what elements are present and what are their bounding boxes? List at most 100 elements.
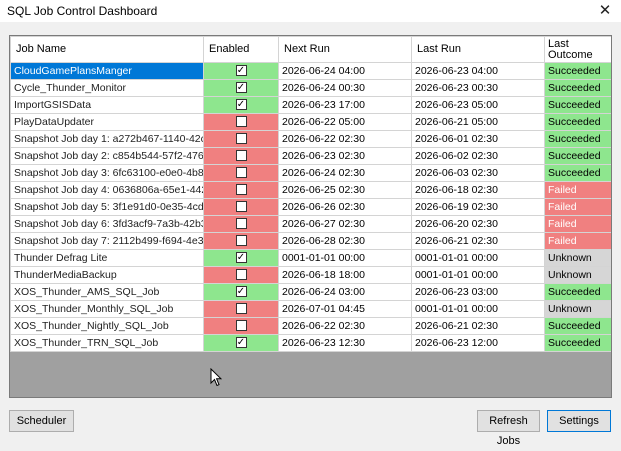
- checkbox-checked-icon[interactable]: ✓: [235, 251, 247, 263]
- column-header-last-run[interactable]: Last Run: [411, 36, 545, 63]
- next-run-cell[interactable]: 2026-06-18 18:00: [278, 266, 412, 284]
- next-run-cell[interactable]: 2026-06-23 12:30: [278, 334, 412, 352]
- next-run-cell[interactable]: 2026-06-26 02:30: [278, 198, 412, 216]
- next-run-cell[interactable]: 2026-06-22 05:00: [278, 113, 412, 131]
- outcome-cell[interactable]: Succeeded: [544, 96, 611, 114]
- last-run-cell[interactable]: 2026-06-21 02:30: [411, 317, 545, 335]
- table-row[interactable]: XOS_Thunder_AMS_SQL_Job ✓ 2026-06-24 03:00…: [10, 283, 611, 301]
- checkbox-unchecked-icon[interactable]: [235, 166, 247, 178]
- checkbox-unchecked-icon[interactable]: [235, 268, 247, 280]
- job-name-cell[interactable]: Snapshot Job day 7: 2112b499-f694-4e37-8…: [10, 232, 204, 250]
- job-name-cell[interactable]: XOS_Thunder_TRN_SQL_Job: [10, 334, 204, 352]
- table-row[interactable]: Snapshot Job day 1: a272b467-1140-42c2-8…: [10, 130, 611, 148]
- next-run-cell[interactable]: 2026-06-24 02:30: [278, 164, 412, 182]
- outcome-cell[interactable]: Unknown: [544, 249, 611, 267]
- outcome-cell[interactable]: Succeeded: [544, 164, 611, 182]
- table-row[interactable]: XOS_Thunder_Nightly_SQL_Job 2026-06-22 02…: [10, 317, 611, 335]
- job-name-cell[interactable]: Snapshot Job day 5: 3f1e91d0-0e35-4cd5-a…: [10, 198, 204, 216]
- column-header-enabled[interactable]: Enabled: [203, 36, 279, 63]
- last-run-cell[interactable]: 2026-06-23 05:00: [411, 96, 545, 114]
- next-run-cell[interactable]: 2026-06-25 02:30: [278, 181, 412, 199]
- column-header-last-outcome[interactable]: Last Outcome: [544, 36, 611, 63]
- table-row[interactable]: CloudGamePlansManger ✓ 2026-06-24 04:00 202…: [10, 62, 611, 80]
- job-name-cell[interactable]: Snapshot Job day 6: 3fd3acf9-7a3b-42b3-b…: [10, 215, 204, 233]
- job-name-cell[interactable]: Thunder Defrag Lite: [10, 249, 204, 267]
- outcome-cell[interactable]: Succeeded: [544, 283, 611, 301]
- outcome-cell[interactable]: Succeeded: [544, 113, 611, 131]
- table-row[interactable]: Snapshot Job day 6: 3fd3acf9-7a3b-42b3-b…: [10, 215, 611, 233]
- next-run-cell[interactable]: 2026-06-28 02:30: [278, 232, 412, 250]
- outcome-cell[interactable]: Succeeded: [544, 317, 611, 335]
- outcome-cell[interactable]: Succeeded: [544, 147, 611, 165]
- scheduler-button[interactable]: Scheduler: [9, 410, 74, 432]
- outcome-cell[interactable]: Succeeded: [544, 130, 611, 148]
- last-run-cell[interactable]: 2026-06-19 02:30: [411, 198, 545, 216]
- table-row[interactable]: Thunder Defrag Lite ✓ 0001-01-01 00:00 0001…: [10, 249, 611, 267]
- table-row[interactable]: XOS_Thunder_Monthly_SQL_Job 2026-07-01 04…: [10, 300, 611, 318]
- checkbox-unchecked-icon[interactable]: [235, 234, 247, 246]
- checkbox-checked-icon[interactable]: ✓: [235, 81, 247, 93]
- last-run-cell[interactable]: 2026-06-23 00:30: [411, 79, 545, 97]
- last-run-cell[interactable]: 0001-01-01 00:00: [411, 266, 545, 284]
- next-run-cell[interactable]: 2026-06-27 02:30: [278, 215, 412, 233]
- outcome-cell[interactable]: Failed: [544, 232, 611, 250]
- table-row[interactable]: Snapshot Job day 4: 0636806a-65e1-4425-8…: [10, 181, 611, 199]
- settings-button[interactable]: Settings: [547, 410, 611, 432]
- last-run-cell[interactable]: 2026-06-21 05:00: [411, 113, 545, 131]
- table-row[interactable]: PlayDataUpdater 2026-06-22 05:00 2026-06-2…: [10, 113, 611, 131]
- column-header-next-run[interactable]: Next Run: [278, 36, 412, 63]
- checkbox-checked-icon[interactable]: ✓: [235, 285, 247, 297]
- last-run-cell[interactable]: 0001-01-01 00:00: [411, 300, 545, 318]
- checkbox-unchecked-icon[interactable]: [235, 217, 247, 229]
- outcome-cell[interactable]: Succeeded: [544, 62, 611, 80]
- checkbox-checked-icon[interactable]: ✓: [235, 98, 247, 110]
- outcome-cell[interactable]: Unknown: [544, 300, 611, 318]
- job-name-cell[interactable]: PlayDataUpdater: [10, 113, 204, 131]
- outcome-cell[interactable]: Failed: [544, 198, 611, 216]
- checkbox-checked-icon[interactable]: ✓: [235, 64, 247, 76]
- close-icon[interactable]: ✕: [593, 0, 617, 22]
- job-name-cell[interactable]: Snapshot Job day 2: c854b544-57f2-476d-b…: [10, 147, 204, 165]
- outcome-cell[interactable]: Succeeded: [544, 79, 611, 97]
- outcome-cell[interactable]: Unknown: [544, 266, 611, 284]
- last-run-cell[interactable]: 2026-06-02 02:30: [411, 147, 545, 165]
- job-name-cell[interactable]: Cycle_Thunder_Monitor: [10, 79, 204, 97]
- table-row[interactable]: Snapshot Job day 3: 6fc63100-e0e0-4b88-b…: [10, 164, 611, 182]
- last-run-cell[interactable]: 2026-06-20 02:30: [411, 215, 545, 233]
- checkbox-unchecked-icon[interactable]: [235, 302, 247, 314]
- next-run-cell[interactable]: 2026-06-24 03:00: [278, 283, 412, 301]
- next-run-cell[interactable]: 2026-06-24 04:00: [278, 62, 412, 80]
- last-run-cell[interactable]: 2026-06-23 04:00: [411, 62, 545, 80]
- checkbox-checked-icon[interactable]: ✓: [235, 336, 247, 348]
- table-row[interactable]: ImportGSISData ✓ 2026-06-23 17:00 2026-06-2…: [10, 96, 611, 114]
- column-header-job-name[interactable]: Job Name: [10, 36, 204, 63]
- jobs-grid[interactable]: Job Name Enabled Next Run Last Run Last …: [9, 35, 612, 398]
- checkbox-unchecked-icon[interactable]: [235, 319, 247, 331]
- last-run-cell[interactable]: 0001-01-01 00:00: [411, 249, 545, 267]
- last-run-cell[interactable]: 2026-06-01 02:30: [411, 130, 545, 148]
- next-run-cell[interactable]: 2026-06-23 17:00: [278, 96, 412, 114]
- job-name-cell[interactable]: XOS_Thunder_Monthly_SQL_Job: [10, 300, 204, 318]
- checkbox-unchecked-icon[interactable]: [235, 183, 247, 195]
- job-name-cell[interactable]: CloudGamePlansManger: [10, 62, 204, 80]
- table-row[interactable]: Cycle_Thunder_Monitor ✓ 2026-06-24 00:30 20…: [10, 79, 611, 97]
- job-name-cell[interactable]: ImportGSISData: [10, 96, 204, 114]
- table-row[interactable]: XOS_Thunder_TRN_SQL_Job ✓ 2026-06-23 12:30…: [10, 334, 611, 352]
- table-row[interactable]: ThunderMediaBackup 2026-06-18 18:00 0001-0…: [10, 266, 611, 284]
- job-name-cell[interactable]: Snapshot Job day 4: 0636806a-65e1-4425-8…: [10, 181, 204, 199]
- job-name-cell[interactable]: Snapshot Job day 1: a272b467-1140-42c2-8…: [10, 130, 204, 148]
- next-run-cell[interactable]: 2026-06-22 02:30: [278, 130, 412, 148]
- checkbox-unchecked-icon[interactable]: [235, 149, 247, 161]
- table-row[interactable]: Snapshot Job day 2: c854b544-57f2-476d-b…: [10, 147, 611, 165]
- last-run-cell[interactable]: 2026-06-23 03:00: [411, 283, 545, 301]
- next-run-cell[interactable]: 2026-07-01 04:45: [278, 300, 412, 318]
- checkbox-unchecked-icon[interactable]: [235, 132, 247, 144]
- job-name-cell[interactable]: ThunderMediaBackup: [10, 266, 204, 284]
- last-run-cell[interactable]: 2026-06-23 12:00: [411, 334, 545, 352]
- refresh-jobs-button[interactable]: Refresh Jobs: [477, 410, 540, 447]
- job-name-cell[interactable]: Snapshot Job day 3: 6fc63100-e0e0-4b88-b…: [10, 164, 204, 182]
- checkbox-unchecked-icon[interactable]: [235, 200, 247, 212]
- last-run-cell[interactable]: 2026-06-18 02:30: [411, 181, 545, 199]
- last-run-cell[interactable]: 2026-06-21 02:30: [411, 232, 545, 250]
- table-row[interactable]: Snapshot Job day 5: 3f1e91d0-0e35-4cd5-a…: [10, 198, 611, 216]
